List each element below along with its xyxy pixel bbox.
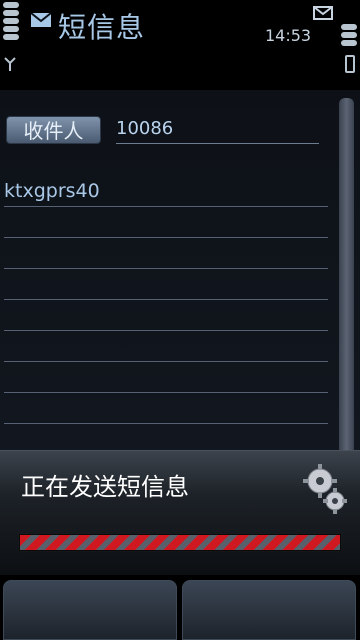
status-bar: 短信息 14:53 — [0, 0, 360, 90]
message-line — [4, 361, 328, 362]
app-title: 短信息 — [58, 11, 146, 44]
battery-bars-icon — [341, 24, 357, 48]
scrollbar[interactable] — [339, 98, 354, 458]
gears-icon — [303, 464, 347, 514]
message-editor[interactable]: 收件人 10086 ktxgprs40 — [0, 90, 360, 458]
recipient-button[interactable]: 收件人 — [6, 116, 101, 144]
sending-dialog: 正在发送短信息 — [0, 450, 360, 575]
message-line — [4, 299, 328, 300]
clock: 14:53 — [265, 26, 312, 45]
envelope-small-icon — [313, 6, 333, 20]
dialog-message: 正在发送短信息 — [21, 473, 189, 501]
message-line — [4, 423, 328, 424]
recipient-field[interactable]: 10086 — [116, 118, 319, 144]
left-softkey[interactable] — [3, 580, 177, 640]
softkey-bar — [0, 576, 360, 640]
message-line — [4, 392, 328, 393]
signal-bars-icon — [3, 2, 19, 42]
message-line — [4, 206, 328, 207]
envelope-icon — [30, 12, 52, 27]
battery-icon — [345, 55, 355, 73]
progress-bar — [19, 534, 341, 551]
message-line — [4, 237, 328, 238]
message-body-text[interactable]: ktxgprs40 — [4, 180, 100, 202]
antenna-icon — [4, 57, 16, 71]
right-softkey[interactable] — [182, 580, 356, 640]
message-line — [4, 268, 328, 269]
message-line — [4, 330, 328, 331]
